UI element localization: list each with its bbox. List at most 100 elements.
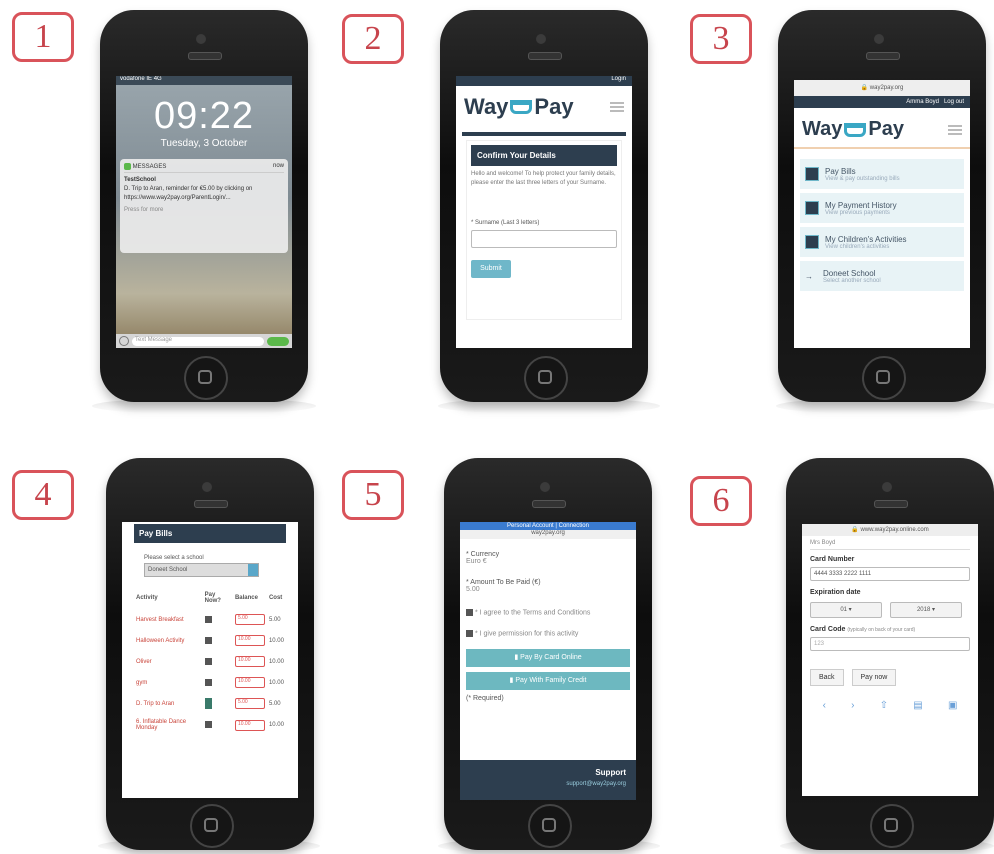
home-button[interactable]	[184, 356, 228, 400]
pay-checkbox[interactable]	[204, 698, 212, 709]
expiration-label: Expiration date	[810, 589, 861, 596]
permission-checkbox[interactable]	[466, 630, 473, 638]
confirm-header: Confirm Your Details	[471, 145, 617, 166]
waypay-logo: Way Pay	[464, 94, 574, 119]
top-bar: Login	[456, 76, 632, 86]
amount-input[interactable]: 5.00	[234, 614, 265, 625]
confirm-screen: Login Way Pay Confirm Your Details Hello …	[456, 76, 632, 348]
address-bar[interactable]: 🔒 www.way2pay.online.com	[802, 524, 978, 536]
col-balance: Balance	[234, 595, 258, 601]
phone-6: 🔒 www.way2pay.online.com Mrs Boyd Card N…	[786, 458, 994, 850]
col-activity: Activity	[136, 595, 158, 601]
text-message-input[interactable]: Text Message	[132, 336, 264, 346]
school-select-label: Please select a school	[144, 555, 204, 561]
pay-by-card-button[interactable]: ▮ Pay By Card Online	[466, 648, 630, 667]
camera-icon[interactable]	[119, 336, 129, 346]
submit-button[interactable]: Submit	[471, 260, 511, 278]
table-row: gym 10.00 10.00	[134, 672, 286, 693]
cardholder-name: Mrs Boyd	[810, 540, 970, 550]
school-select[interactable]: Doneet School	[144, 563, 259, 577]
home-button[interactable]	[862, 356, 906, 400]
home-button[interactable]	[190, 804, 234, 848]
back-button[interactable]: Back	[810, 669, 844, 686]
pay-checkbox[interactable]	[204, 615, 212, 623]
table-row: D. Trip to Aran 5.00 5.00	[134, 693, 286, 714]
address-bar[interactable]: way2pay.org	[460, 530, 636, 539]
phone-1: vodafone IE 4G 09:22 Tuesday, 3 October …	[100, 10, 308, 402]
notification-app: MESSAGES	[132, 164, 167, 171]
col-pay-now: Pay Now?	[204, 592, 221, 604]
sms-notification[interactable]: MESSAGES now TestSchool D. Trip to Aran,…	[120, 159, 288, 253]
sms-sender: TestSchool	[124, 177, 156, 184]
exp-year-select[interactable]: 2018 ▾	[890, 602, 962, 618]
menu-icon[interactable]	[610, 106, 624, 108]
pay-now-button[interactable]: Pay now	[851, 669, 897, 686]
share-icon[interactable]: ⇧	[880, 700, 888, 711]
required-note: (* Required)	[466, 694, 504, 702]
dropdown-icon	[248, 564, 258, 576]
pay-checkbox[interactable]	[204, 721, 212, 729]
menu-icon[interactable]	[948, 128, 962, 131]
amount-input[interactable]: 10.00	[234, 677, 265, 688]
activities-icon	[805, 235, 819, 249]
step-badge-2: 2	[342, 14, 404, 64]
notification-time: now	[272, 163, 284, 169]
col-cost: Cost	[268, 595, 283, 601]
sms-body[interactable]: D. Trip to Aran, reminder for €5.00 by c…	[124, 185, 284, 203]
exp-month-select[interactable]: 01 ▾	[810, 602, 882, 618]
home-button[interactable]	[870, 804, 914, 848]
user-name: Amma Boyd	[906, 99, 939, 105]
browser-toolbar: ‹ › ⇧ ▤ ▣	[810, 700, 970, 711]
address-bar[interactable]: 🔒 way2pay.org	[794, 80, 970, 96]
menu-item-school[interactable]: → Doneet School Select another school	[800, 261, 964, 291]
home-button[interactable]	[528, 804, 572, 848]
menu-item-pay-bills[interactable]: Pay Bills View & pay outstanding bills	[800, 159, 964, 189]
phone-2: Login Way Pay Confirm Your Details Hello …	[440, 10, 648, 402]
press-for-more: Press for more	[124, 207, 164, 214]
chevron-down-icon: ▾	[932, 607, 936, 613]
menu-screen: 🔒 way2pay.org Amma Boyd Log out Way Pay P…	[794, 80, 970, 348]
account-header: Personal Account | Connection	[460, 522, 636, 530]
menu-item-payment-history[interactable]: My Payment History View previous payments	[800, 193, 964, 223]
intro-text: Hello and welcome! To help protect your …	[471, 171, 616, 186]
card-code-label: Card Code	[810, 626, 846, 633]
table-row: 6. Inflatable Dance Monday 10.00 10.00	[136, 719, 284, 731]
tabs-icon[interactable]: ▣	[948, 700, 957, 711]
pay-bills-title: Pay Bills	[134, 524, 286, 543]
amount-input[interactable]: 10.00	[234, 719, 265, 731]
card-code-input[interactable]: 123	[810, 637, 970, 651]
amount-label: * Amount To Be Paid (€)	[466, 579, 541, 586]
amount-input[interactable]: 10.00	[234, 635, 265, 646]
support-footer: Support support@way2pay.org	[460, 760, 636, 800]
terms-checkbox[interactable]	[466, 609, 473, 616]
table-row: Harvest Breakfast 5.00 5.00	[134, 609, 286, 630]
surname-label: * Surname (Last 3 letters)	[471, 220, 540, 226]
send-button[interactable]	[267, 336, 289, 346]
menu-item-children-activities[interactable]: My Children's Activities View children's …	[800, 227, 964, 257]
pay-checkbox[interactable]	[204, 636, 212, 644]
payment-screen: Personal Account | Connection way2pay.or…	[460, 522, 636, 800]
pay-family-credit-button[interactable]: ▮ Pay With Family Credit	[466, 671, 630, 690]
forward-arrow-icon[interactable]: ›	[851, 700, 854, 711]
logout-link[interactable]: Log out	[944, 99, 964, 105]
bookmarks-icon[interactable]: ▤	[913, 700, 922, 711]
currency-value: Euro €	[466, 558, 487, 565]
pay-checkbox[interactable]	[204, 657, 212, 665]
card-number-input[interactable]: 4444 3333 2222 1111	[810, 567, 970, 581]
surname-input[interactable]	[471, 230, 617, 248]
back-arrow-icon[interactable]: ‹	[823, 700, 826, 711]
table-row: Oliver 10.00 10.00	[134, 651, 286, 672]
support-link[interactable]: support@way2pay.org	[460, 777, 636, 791]
lock-date: Tuesday, 3 October	[160, 138, 248, 149]
pay-checkbox[interactable]	[204, 678, 212, 686]
amount-input[interactable]: 10.00	[234, 656, 265, 667]
card-number-label: Card Number	[810, 556, 855, 563]
bill-icon	[805, 167, 819, 181]
amount-input[interactable]: 5.00	[234, 698, 265, 709]
home-button[interactable]	[524, 356, 568, 400]
chevron-down-icon: ▾	[848, 607, 852, 613]
support-title: Support	[595, 768, 626, 777]
login-link[interactable]: Login	[611, 76, 626, 82]
step-badge-6: 6	[690, 476, 752, 526]
user-bar: Amma Boyd Log out	[794, 96, 970, 108]
